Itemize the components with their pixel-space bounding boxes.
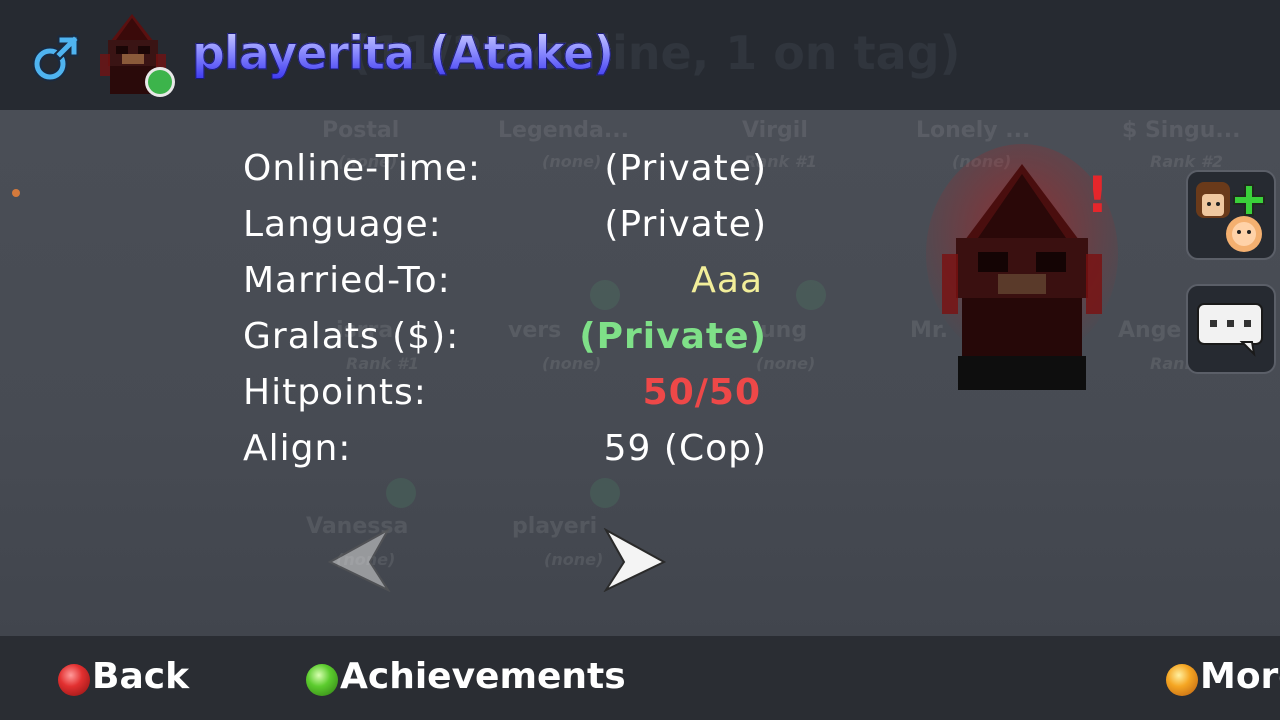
stat-row-married-to: Married-To: Aaa bbox=[243, 260, 803, 316]
stat-value: (Private) bbox=[604, 204, 767, 245]
stat-row-language: Language: (Private) bbox=[243, 204, 803, 260]
achievements-label: Achievements bbox=[340, 656, 626, 697]
next-page-arrow-icon[interactable] bbox=[600, 528, 668, 592]
green-button-icon bbox=[306, 664, 338, 696]
stat-label: Hitpoints: bbox=[243, 372, 427, 413]
back-label: Back bbox=[92, 656, 190, 697]
stat-row-gralats: Gralats ($): (Private) bbox=[243, 316, 803, 372]
background-entry-rank: Rank #2 bbox=[1150, 152, 1223, 171]
chat-bubble-icon bbox=[1197, 303, 1263, 357]
add-friend-icon bbox=[1196, 182, 1265, 252]
stat-value: 50/50 bbox=[642, 372, 761, 413]
background-entry-name: Legenda... bbox=[498, 118, 629, 143]
stat-value: 59 (Cop) bbox=[603, 428, 767, 469]
stat-label: Align: bbox=[243, 428, 352, 469]
stat-row-online-time: Online-Time: (Private) bbox=[243, 148, 803, 204]
player-avatar-icon[interactable] bbox=[92, 14, 180, 100]
background-entry-name: Virgil bbox=[742, 118, 808, 143]
background-entry-name: Postal bbox=[322, 118, 400, 143]
achievements-button[interactable]: Achievements bbox=[306, 656, 626, 704]
profile-header: (11/22 online, 1 on tag) playerita (Atak… bbox=[0, 0, 1280, 110]
add-friend-button[interactable] bbox=[1186, 170, 1276, 260]
background-entry-name: $ Singu... bbox=[1122, 118, 1241, 143]
stat-row-hitpoints: Hitpoints: 50/50 bbox=[243, 372, 803, 428]
stat-value: (Private) bbox=[604, 148, 767, 189]
background-entry-name: playeri bbox=[512, 514, 598, 539]
stat-label: Language: bbox=[243, 204, 442, 245]
background-entry-rank: (none) bbox=[544, 550, 604, 569]
orange-button-icon bbox=[1166, 664, 1198, 696]
alert-mark: ! bbox=[1086, 166, 1109, 224]
stat-label: Married-To: bbox=[243, 260, 451, 301]
previous-page-arrow-icon[interactable] bbox=[326, 528, 394, 592]
stat-value-link[interactable]: Aaa bbox=[691, 260, 763, 301]
background-entry-name: Ange bbox=[1118, 318, 1182, 343]
footer-bar bbox=[0, 636, 1280, 720]
more-label: More bbox=[1200, 660, 1280, 697]
chat-button[interactable] bbox=[1186, 284, 1276, 374]
indicator-dot bbox=[12, 189, 20, 197]
stat-value: (Private) bbox=[579, 316, 767, 357]
more-button[interactable]: More bbox=[1166, 660, 1280, 704]
back-button[interactable]: Back bbox=[58, 656, 189, 704]
player-name-title: playerita (Atake) bbox=[191, 26, 614, 81]
red-button-icon bbox=[58, 664, 90, 696]
stat-row-align: Align: 59 (Cop) bbox=[243, 428, 803, 484]
stat-label: Gralats ($): bbox=[243, 316, 460, 357]
male-symbol-icon bbox=[32, 34, 80, 82]
stat-label: Online-Time: bbox=[243, 148, 482, 189]
